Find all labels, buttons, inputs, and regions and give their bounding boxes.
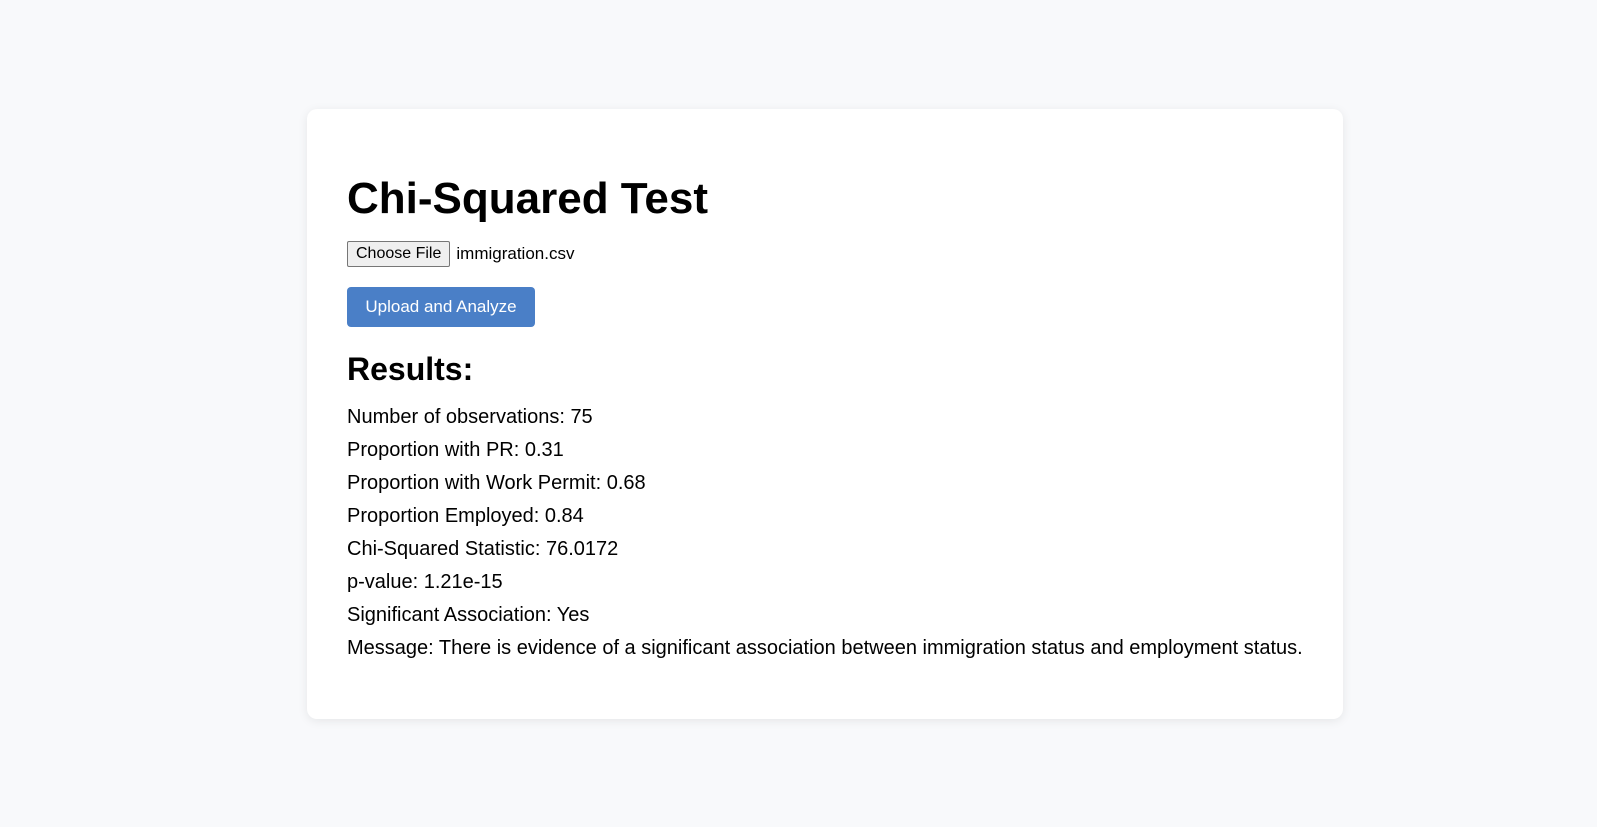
result-message: Message: There is evidence of a signific…	[347, 637, 1303, 659]
result-proportion-employed: Proportion Employed: 0.84	[347, 505, 584, 527]
result-proportion-work-permit: Proportion with Work Permit: 0.68	[347, 472, 646, 494]
page-title: Chi-Squared Test	[347, 174, 709, 223]
results-list: Number of observations: 75 Proportion wi…	[347, 401, 1303, 665]
choose-file-button[interactable]: Choose File	[347, 241, 451, 267]
result-chi-squared-statistic: Chi-Squared Statistic: 76.0172	[347, 538, 619, 560]
result-significant-association: Significant Association: Yes	[347, 604, 590, 626]
result-proportion-pr: Proportion with PR: 0.31	[347, 439, 564, 461]
selected-file-name: immigration.csv	[456, 244, 575, 263]
analysis-card: Chi-Squared Test Choose File immigration…	[307, 109, 1343, 719]
results-heading: Results:	[347, 351, 474, 387]
result-observations: Number of observations: 75	[347, 406, 593, 428]
result-p-value: p-value: 1.21e-15	[347, 571, 503, 593]
upload-and-analyze-button[interactable]: Upload and Analyze	[347, 287, 535, 327]
file-input-row: Choose File immigration.csv	[347, 241, 574, 267]
